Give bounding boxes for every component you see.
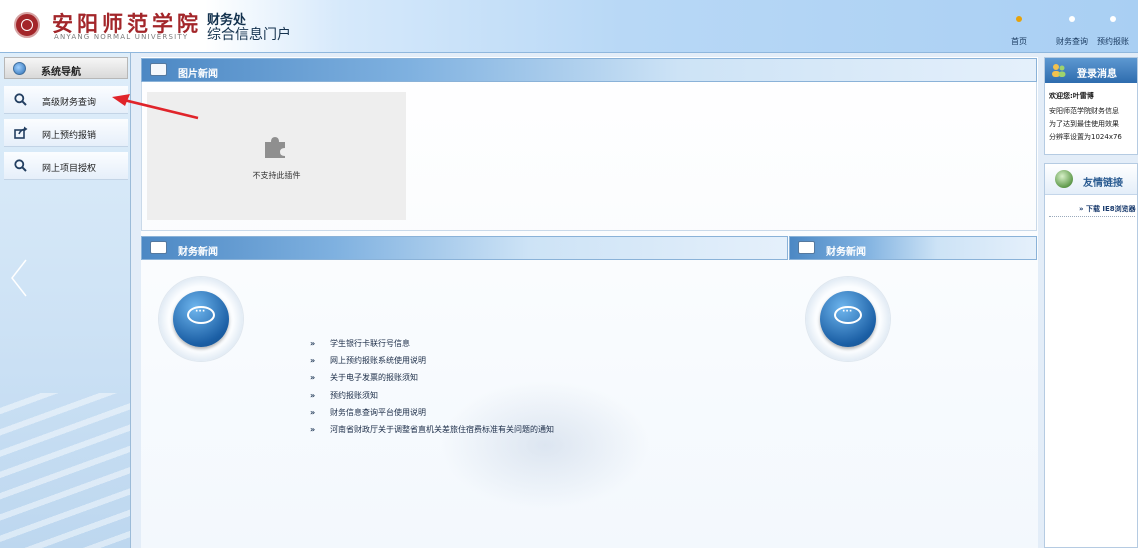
sidebar-header: 系统导航 [4,57,128,79]
chat-icon [834,306,862,324]
plugin-unsupported-text: 不支持此插件 [252,171,301,180]
login-message-box: 登录消息 欢迎您:叶雷博 安阳师范学院财务信息 为了达到最佳使用效果 分辨率设置… [1044,57,1138,155]
school-name-en: ANYANG NORMAL UNIVERSITY [54,33,189,41]
login-info-line: 安阳师范学院财务信息 [1049,107,1119,115]
news-title: 财务信息查询平台使用说明 [330,407,426,417]
home-dot-icon [1016,16,1022,22]
news-list: » 学生银行卡联行号信息 » 网上预约报账系统使用说明 » 关于电子发票的报账须知 »… [310,338,554,441]
welcome-text: 欢迎您:叶雷博 [1049,92,1094,100]
news-link[interactable]: » 学生银行卡联行号信息 [310,338,554,355]
download-ie8-link[interactable]: » 下载 IE8浏览器 [1079,204,1136,214]
login-info-line: 分辨率设置为1024x76 [1049,133,1122,141]
login-info-line: 为了达到最佳使用效果 [1049,120,1119,128]
globe-icon [13,62,26,75]
users-icon [1052,64,1066,77]
finance-news-header-right: 财务新闻 [789,236,1037,260]
news-title: 学生银行卡联行号信息 [330,339,410,348]
book-icon [150,241,167,254]
search-icon [14,159,27,175]
search-icon [14,93,27,109]
chat-bubble-graphic [159,277,243,361]
annotation-arrow [112,94,199,120]
right-sidebar: 登录消息 欢迎您:叶雷博 安阳师范学院财务信息 为了达到最佳使用效果 分辨率设置… [1044,53,1138,548]
login-message-header: 登录消息 [1045,58,1137,83]
dot-icon [1069,16,1075,22]
sidebar-item-label: 网上项目授权 [42,164,97,174]
double-chevron-icon: » [310,356,316,366]
finance-news-title: 财务新闻 [178,247,218,258]
news-title: 预约报账须知 [330,390,378,400]
top-nav-label: 首页 [1011,37,1027,46]
friend-links-header: 友情链接 [1045,164,1137,195]
picture-news-title: 图片新闻 [178,69,218,80]
top-nav-label: 财务查询 [1056,37,1088,46]
finance-news-title: 财务新闻 [826,247,866,258]
collapse-chevron-left-icon[interactable] [8,258,30,298]
double-chevron-icon: » [310,407,316,417]
news-title: 关于电子发票的报账须知 [330,373,418,383]
sidebar-item-project-authorize[interactable]: 网上项目授权 [4,152,128,180]
book-icon [798,241,815,254]
sidebar: 系统导航 高级财务查询 网上预约报销 网上项目授权 [0,53,131,548]
double-chevron-icon: » [310,339,316,348]
friend-links-title: 友情链接 [1083,178,1123,189]
sidebar-header-label: 系统导航 [41,67,81,78]
news-link[interactable]: » 财务信息查询平台使用说明 [310,407,554,424]
top-nav-finance-query[interactable]: 财务查询 [1056,16,1088,46]
login-message-title: 登录消息 [1077,69,1117,80]
top-nav-reserve[interactable]: 预约报账 [1097,16,1129,46]
globe-icon [1055,170,1073,188]
double-chevron-icon: » [310,424,316,434]
portal-title: 综合信息门户 [207,27,291,43]
chat-icon [187,306,215,324]
share-icon [14,126,28,142]
sidebar-item-label: 网上预约报销 [42,131,97,141]
dot-icon [1110,16,1116,22]
puzzle-icon [265,137,285,158]
double-chevron-icon: » [310,390,316,400]
news-title: 河南省财政厅关于调整省直机关差旅住宿费标准有关问题的通知 [330,424,554,434]
news-title: 网上预约报账系统使用说明 [330,356,426,366]
finance-news-header-left: 财务新闻 [141,236,788,260]
top-nav-label: 预约报账 [1097,37,1129,46]
sidebar-decoration [0,393,130,548]
divider [1049,216,1135,217]
sidebar-item-label: 高级财务查询 [42,98,97,108]
news-link[interactable]: » 河南省财政厅关于调整省直机关差旅住宿费标准有关问题的通知 [310,424,554,441]
picture-icon [150,63,167,76]
school-seal-logo [14,12,40,38]
chat-bubble-graphic [806,277,890,361]
news-link[interactable]: » 网上预约报账系统使用说明 [310,355,554,372]
page-header: 安阳师范学院 ANYANG NORMAL UNIVERSITY 财务处 综合信息… [0,0,1138,53]
sidebar-item-reserve-reimburse[interactable]: 网上预约报销 [4,119,128,147]
news-link[interactable]: » 预约报账须知 [310,390,554,407]
picture-news-header: 图片新闻 [141,58,1037,82]
friend-links-box: 友情链接 » 下载 IE8浏览器 [1044,163,1138,548]
news-link[interactable]: » 关于电子发票的报账须知 [310,372,554,389]
top-nav-home[interactable]: 首页 [1004,16,1034,46]
double-chevron-icon: » [310,373,316,383]
